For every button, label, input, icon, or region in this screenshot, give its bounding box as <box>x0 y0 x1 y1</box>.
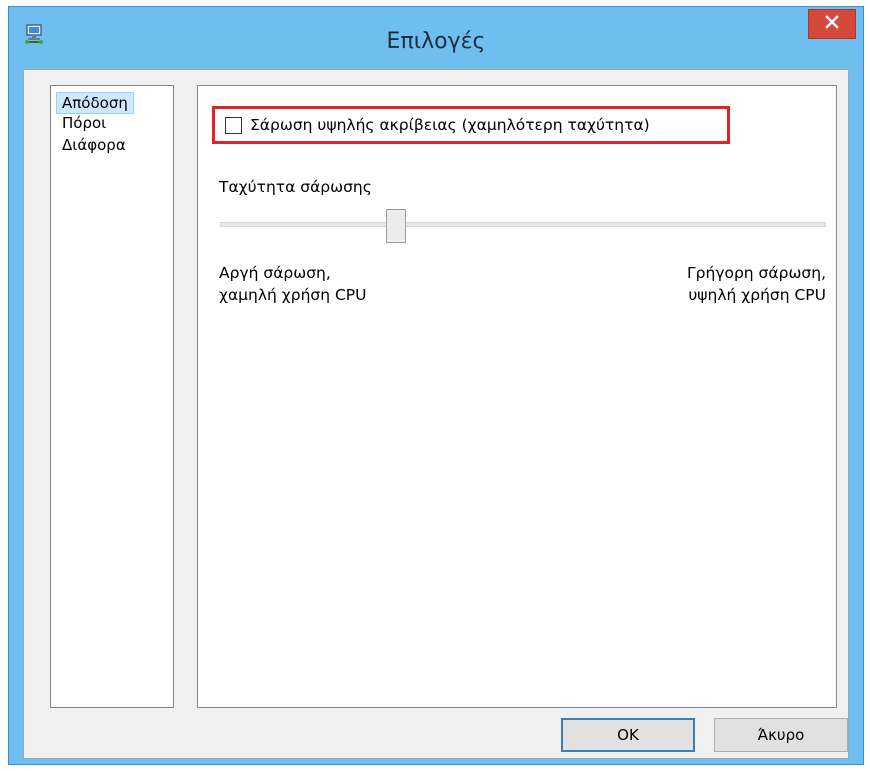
ok-button[interactable]: OK <box>561 718 695 752</box>
cancel-button[interactable]: Άκυρο <box>714 718 848 752</box>
slow-scan-line2: χαμηλή χρήση CPU <box>219 286 367 304</box>
scan-speed-slider[interactable] <box>220 206 826 246</box>
close-button[interactable] <box>808 9 856 39</box>
window-frame: Επιλογές Απόδοση Πόροι Διάφορα Σάρωση υψ… <box>8 6 864 765</box>
category-list[interactable]: Απόδοση Πόροι Διάφορα <box>50 85 174 708</box>
performance-panel: Σάρωση υψηλής ακρίβειας (χαμηλότερη ταχύ… <box>197 85 837 708</box>
scan-speed-label: Ταχύτητα σάρωσης <box>219 178 372 196</box>
high-accuracy-label[interactable]: Σάρωση υψηλής ακρίβειας (χαμηλότερη ταχύ… <box>250 116 650 134</box>
window-title: Επιλογές <box>386 29 486 54</box>
dialog-client-area: Απόδοση Πόροι Διάφορα Σάρωση υψηλής ακρί… <box>23 69 849 759</box>
slider-track[interactable] <box>220 222 826 227</box>
title-bar[interactable]: Επιλογές <box>9 7 863 77</box>
slow-scan-label: Αργή σάρωση, χαμηλή χρήση CPU <box>219 262 367 306</box>
category-item-performance[interactable]: Απόδοση <box>56 92 134 114</box>
options-dialog: Επιλογές Απόδοση Πόροι Διάφορα Σάρωση υψ… <box>0 0 870 771</box>
fast-scan-line1: Γρήγορη σάρωση, <box>687 264 826 282</box>
category-item-resources[interactable]: Πόροι <box>57 113 111 133</box>
fast-scan-label: Γρήγορη σάρωση, υψηλή χρήση CPU <box>687 262 826 306</box>
close-icon <box>825 14 839 34</box>
fast-scan-line2: υψηλή χρήση CPU <box>688 286 826 304</box>
category-item-misc[interactable]: Διάφορα <box>57 135 131 155</box>
slow-scan-line1: Αργή σάρωση, <box>219 264 331 282</box>
high-accuracy-scan-option[interactable]: Σάρωση υψηλής ακρίβειας (χαμηλότερη ταχύ… <box>212 106 730 144</box>
high-accuracy-checkbox[interactable] <box>225 117 242 134</box>
slider-thumb[interactable] <box>385 209 406 243</box>
